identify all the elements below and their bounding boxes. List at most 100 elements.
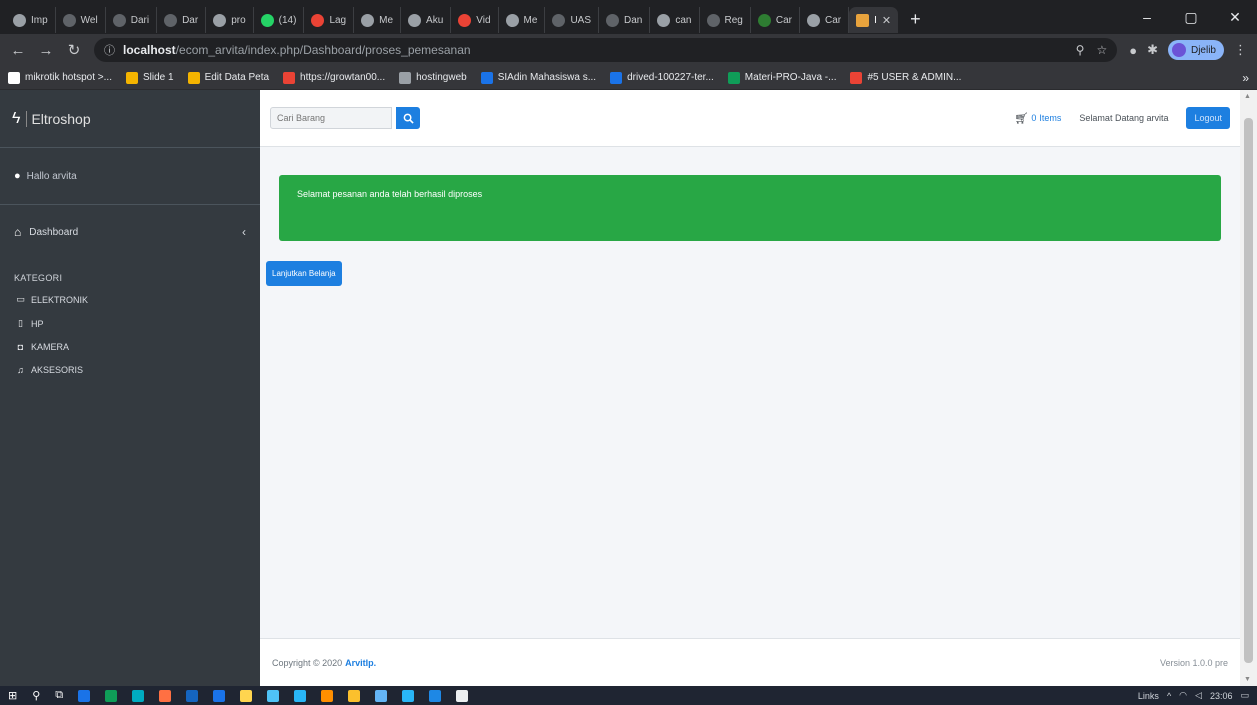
bookmark-item[interactable]: hostingweb — [399, 71, 467, 84]
sidebar-item-elektronik[interactable]: ▭ ELEKTRONIK — [0, 289, 260, 313]
taskbar-app-icon[interactable] — [294, 689, 307, 702]
browser-tab[interactable]: Me — [499, 7, 546, 33]
bookmark-icon — [187, 71, 200, 84]
bookmark-star-icon[interactable]: ☆ — [1096, 43, 1107, 57]
taskbar-app-icon[interactable] — [213, 689, 226, 702]
taskbar-app-icon[interactable] — [267, 689, 280, 702]
minimize-button[interactable]: – — [1125, 0, 1169, 34]
browser-tab[interactable]: Car — [751, 7, 800, 33]
browser-tab[interactable]: Dar — [157, 7, 207, 33]
bookmark-icon — [727, 71, 740, 84]
scroll-down-icon[interactable]: ▼ — [1244, 676, 1251, 683]
puzzle-icon[interactable]: ✱ — [1147, 42, 1158, 58]
taskbar-app-icon[interactable] — [132, 689, 145, 702]
reload-icon[interactable]: ↻ — [66, 41, 82, 59]
browser-tab[interactable]: Me — [354, 7, 402, 33]
bookmark-label: #5 USER & ADMIN... — [867, 72, 962, 83]
task-view-icon[interactable]: ⧉ — [55, 689, 63, 702]
tab-label: Reg — [724, 14, 743, 26]
taskbar-app-icon[interactable] — [78, 689, 91, 702]
taskbar-app-icon[interactable] — [375, 689, 388, 702]
search-input[interactable] — [270, 107, 392, 129]
logout-button[interactable]: Logout — [1186, 107, 1230, 129]
wifi-icon[interactable]: ◠ — [1179, 690, 1187, 701]
browser-tab[interactable]: Imp — [6, 7, 56, 33]
browser-tab[interactable]: Vid — [451, 7, 499, 33]
bookmarks-overflow-button[interactable]: » — [1242, 71, 1249, 85]
maximize-button[interactable]: ▢ — [1169, 0, 1213, 34]
clock[interactable]: 23:06 — [1210, 691, 1233, 701]
bookmark-item[interactable]: https://growtan00... — [283, 71, 385, 84]
active-tab[interactable]: I ✕ — [849, 7, 899, 33]
windows-taskbar: ⊞ ⚲ ⧉ Links ^ ◠ ◁ 23:06 ▭ — [0, 686, 1257, 705]
success-alert: Selamat pesanan anda telah berhasil dipr… — [279, 175, 1221, 241]
profile-button[interactable]: Djelib — [1167, 40, 1224, 60]
tray-links[interactable]: Links — [1138, 691, 1159, 701]
author-link[interactable]: ArvitIp. — [345, 658, 376, 668]
page-scrollbar[interactable]: ▲ ▼ — [1240, 90, 1257, 686]
brand-name: Eltroshop — [26, 110, 91, 127]
chevron-up-icon[interactable]: ^ — [1167, 691, 1171, 701]
browser-tab[interactable]: Dari — [106, 7, 158, 33]
bookmark-item[interactable]: SIAdin Mahasiswa s... — [480, 71, 596, 84]
bookmark-item[interactable]: Edit Data Peta — [187, 71, 269, 84]
cart-link[interactable]: 🛒︎ 0 Items — [1014, 112, 1061, 125]
window-controls: – ▢ ✕ — [1125, 0, 1257, 34]
bookmark-item[interactable]: Materi-PRO-Java -... — [727, 71, 836, 84]
browser-tab[interactable]: Dan — [599, 7, 651, 33]
page-favicon — [856, 13, 870, 27]
taskbar-app-icon[interactable] — [159, 689, 172, 702]
extension-icon[interactable]: ● — [1129, 43, 1137, 58]
menu-kebab-icon[interactable]: ⋮ — [1234, 42, 1247, 58]
browser-tab[interactable]: pro — [206, 7, 254, 33]
browser-tab[interactable]: Car — [800, 7, 850, 33]
user-panel[interactable]: ● Hallo arvita — [0, 148, 260, 205]
close-icon[interactable]: ✕ — [882, 14, 891, 27]
browser-tab[interactable]: Aku — [401, 7, 452, 33]
scrollbar-thumb[interactable] — [1244, 118, 1253, 663]
bookmark-icon — [850, 71, 863, 84]
new-tab-button[interactable]: + — [898, 9, 933, 30]
browser-tab[interactable]: Reg — [700, 7, 751, 33]
bookmark-item[interactable]: drived-100227-ter... — [610, 71, 714, 84]
sidebar-item-aksesoris[interactable]: ♫ AKSESORIS — [0, 360, 260, 383]
notification-icon[interactable]: ▭ — [1240, 690, 1249, 701]
browser-tab[interactable]: UAS — [545, 7, 600, 33]
brand[interactable]: ϟ Eltroshop — [0, 90, 260, 148]
bookmark-item[interactable]: Slide 1 — [125, 71, 174, 84]
navbar-right: 🛒︎ 0 Items Selamat Datang arvita Logout — [1014, 107, 1230, 129]
continue-shopping-button[interactable]: Lanjutkan Belanja — [266, 261, 342, 286]
browser-tab[interactable]: Wel — [56, 7, 106, 33]
taskbar-app-icon[interactable] — [105, 689, 118, 702]
zoom-icon[interactable]: ⚲ — [1076, 43, 1085, 57]
sidebar-item-dashboard[interactable]: ⌂ Dashboard ‹ — [0, 205, 260, 259]
speaker-icon[interactable]: ◁ — [1195, 690, 1202, 701]
sidebar-item-kamera[interactable]: ◘ KAMERA — [0, 337, 260, 360]
bookmark-item[interactable]: #5 USER & ADMIN... — [850, 71, 962, 84]
address-bar[interactable]: ⓘ localhost/ecom_arvita/index.php/Dashbo… — [94, 38, 1118, 62]
taskbar-app-icon[interactable] — [402, 689, 415, 702]
back-arrow-icon[interactable]: ← — [10, 42, 26, 59]
forward-arrow-icon[interactable]: → — [38, 42, 54, 59]
taskbar-app-icon[interactable] — [240, 689, 253, 702]
browser-tab[interactable]: Lag — [304, 7, 355, 33]
footer: Copyright © 2020 ArvitIp. Version 1.0.0 … — [260, 638, 1240, 686]
sidebar-item-label: AKSESORIS — [31, 365, 84, 375]
bolt-icon: ϟ — [12, 109, 21, 127]
browser-tab[interactable]: (14) — [254, 7, 305, 33]
taskbar-app-icon[interactable] — [429, 689, 442, 702]
taskbar-app-icon[interactable] — [348, 689, 361, 702]
browser-tab[interactable]: can — [650, 7, 700, 33]
taskbar-app-icon[interactable] — [321, 689, 334, 702]
search-button[interactable] — [396, 107, 420, 129]
tab-favicon — [13, 13, 26, 27]
search-icon[interactable]: ⚲ — [32, 689, 40, 702]
scroll-up-icon[interactable]: ▲ — [1244, 93, 1251, 100]
taskbar-app-icon[interactable] — [186, 689, 199, 702]
sidebar-item-hp[interactable]: ▯ HP — [0, 313, 260, 337]
info-icon[interactable]: ⓘ — [104, 42, 115, 58]
windows-start-icon[interactable]: ⊞ — [8, 689, 17, 702]
window-close-button[interactable]: ✕ — [1213, 0, 1257, 34]
taskbar-app-icon[interactable] — [456, 689, 469, 702]
bookmark-item[interactable]: mikrotik hotspot >... — [8, 71, 112, 84]
